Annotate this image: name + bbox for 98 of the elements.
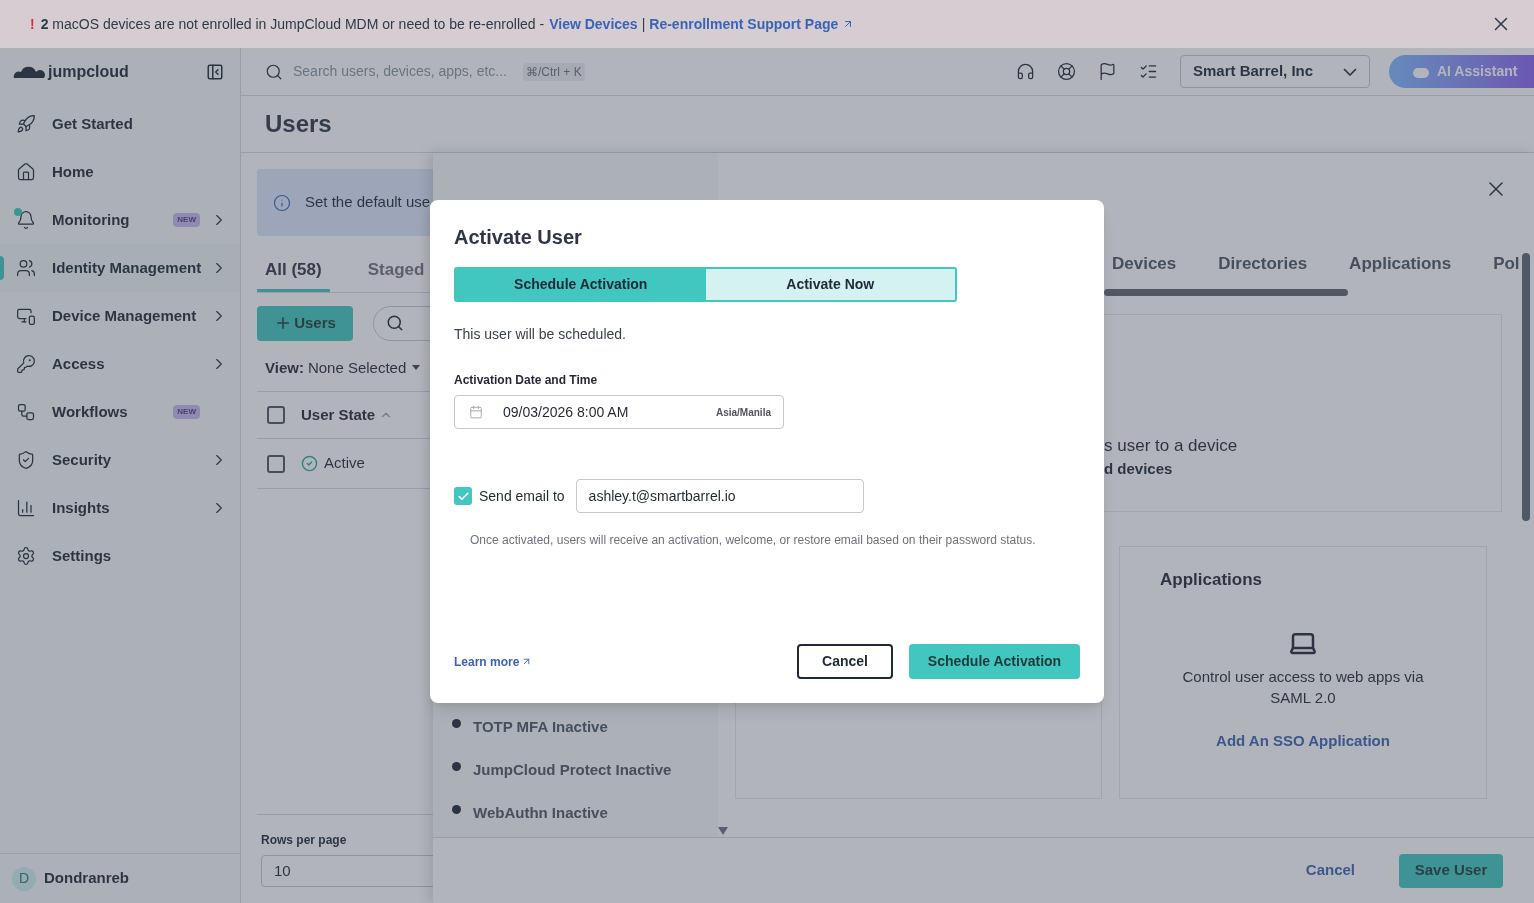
status-item: WebAuthn Inactive [473, 803, 608, 824]
date-label: Activation Date and Time [454, 372, 599, 389]
sidebar-item-label: Insights [52, 497, 110, 518]
alert-message: 2 macOS devices are not enrolled in JumpCloud MDM or need to be re-enrolled - [40, 14, 545, 34]
tab[interactable]: Staged [359, 257, 433, 292]
checkbox[interactable] [267, 454, 285, 473]
page-title: Users [265, 109, 332, 139]
checkbox[interactable] [454, 487, 472, 505]
shortcut-hint: ⌘/Ctrl + K [523, 62, 585, 81]
chevron-down-icon [1343, 67, 1357, 76]
devices-icon [16, 306, 36, 326]
sidebar-item-label: Access [52, 353, 105, 374]
sidebar-item-label: Get Started [52, 113, 133, 134]
tab[interactable]: Applications [1349, 251, 1452, 277]
logo[interactable]: jumpcloud [12, 60, 129, 84]
info-icon [273, 193, 291, 212]
sidebar-item-label: Settings [52, 545, 112, 566]
sidebar-item[interactable]: Device Management [0, 292, 240, 340]
sidebar-item-label: Identity Management [52, 257, 202, 278]
card-text: d devices [1104, 459, 1174, 479]
tab[interactable]: All (58) [257, 257, 330, 292]
organization-select[interactable]: Smart Barrel, Inc [1180, 55, 1370, 88]
workflow-icon [16, 402, 36, 422]
save-user-button[interactable]: Save User [1399, 853, 1503, 888]
users-icon [16, 258, 36, 278]
tab[interactable]: Directories [1218, 251, 1308, 277]
lifebuoy-icon[interactable] [1057, 62, 1076, 81]
vertical-scrollbar[interactable] [1522, 253, 1530, 521]
settings-icon [16, 546, 36, 566]
status-cell: Active [301, 452, 365, 475]
sidebar-item[interactable]: Workflows NEW [0, 388, 240, 436]
scroll-down-icon [718, 827, 728, 835]
rows-per-page-label: Rows per page [261, 832, 348, 849]
sidebar-item[interactable]: Identity Management [0, 244, 240, 292]
status-item: JumpCloud Protect Inactive [473, 760, 672, 781]
alert-mark: ! [30, 14, 35, 34]
card-title: Applications [1159, 568, 1262, 591]
sidebar-item-label: Home [52, 161, 94, 182]
tab[interactable]: Devices [1112, 251, 1177, 277]
horizontal-scrollbar[interactable] [1104, 288, 1348, 296]
sidebar-item[interactable]: Insights [0, 484, 240, 532]
search-icon [265, 62, 283, 81]
cancel-button[interactable]: Cancel [797, 644, 893, 679]
sidebar-item[interactable]: Home [0, 148, 240, 196]
check-icon [456, 489, 470, 503]
sidebar-item-label: Monitoring [52, 209, 130, 230]
sidebar-item[interactable]: Monitoring NEW [0, 196, 240, 244]
view-select[interactable]: None Selected [307, 356, 421, 379]
sidebar-item-label: Device Management [52, 305, 197, 326]
dialog-description: This user will be scheduled. [454, 325, 627, 344]
mode-toggle[interactable]: Schedule Activation [456, 269, 706, 300]
checklist-icon[interactable] [1139, 62, 1158, 81]
column-header[interactable]: User State [301, 403, 394, 427]
home-icon [16, 162, 36, 182]
user-name: Dondranreb [44, 868, 129, 889]
separator-text: | [641, 14, 646, 34]
add-users-button[interactable]: Users [257, 305, 353, 341]
email-note: Once activated, users will receive an activation, welcome, or restore email based on their password status. [469, 532, 1037, 549]
mode-toggle[interactable]: Activate Now [705, 269, 955, 300]
email-field[interactable]: ashley.t@smartbarrel.io [575, 479, 864, 513]
collapse-sidebar-icon[interactable] [206, 63, 224, 81]
checkbox[interactable] [267, 406, 285, 424]
date-time-field[interactable]: 09/03/2026 8:00 AM Asia/Manila [454, 395, 784, 429]
add-sso-link[interactable]: Add An SSO Application [1216, 730, 1390, 753]
info-text: Set the default use [305, 192, 431, 213]
check-circle-icon [301, 455, 318, 472]
sidebar-item-label: Workflows [52, 401, 128, 422]
caret-icon [412, 365, 421, 371]
rocket-icon [16, 114, 36, 134]
cancel-button[interactable]: Cancel [1285, 853, 1375, 888]
status-item: TOTP MFA Inactive [473, 717, 608, 738]
tab[interactable]: Pol [1493, 251, 1520, 277]
card-text: Control user access to web apps via SAML 2.0 [1181, 667, 1425, 708]
send-email-label: Send email to [479, 486, 565, 506]
timezone-label: Asia/Manila [715, 405, 771, 420]
dialog-title: Activate User [454, 225, 583, 250]
card-text: s user to a device [1104, 434, 1239, 457]
flag-icon[interactable] [1098, 62, 1117, 81]
sidebar-item[interactable]: Get Started [0, 100, 240, 148]
bell-icon [16, 210, 36, 230]
search-icon [386, 314, 404, 332]
sidebar-item[interactable]: Settings [0, 532, 240, 580]
new-badge: NEW [173, 213, 200, 227]
calendar-icon [469, 405, 483, 419]
cloud-logo-icon [12, 64, 46, 80]
new-badge: NEW [173, 405, 200, 419]
shield-icon [16, 450, 36, 470]
support-page-link[interactable]: Re-enrollment Support Page [649, 13, 855, 35]
sidebar-item-label: Security [52, 449, 112, 470]
sidebar-item[interactable]: Security [0, 436, 240, 484]
support-icon[interactable] [1016, 62, 1035, 81]
sidebar-item[interactable]: Access [0, 340, 240, 388]
schedule-activation-button[interactable]: Schedule Activation [909, 644, 1080, 679]
key-icon [16, 354, 36, 374]
learn-more-link[interactable]: Learn more [454, 652, 533, 671]
view-label: View: [265, 357, 304, 378]
chart-icon [16, 498, 36, 518]
view-devices-link[interactable]: View Devices [549, 13, 638, 35]
